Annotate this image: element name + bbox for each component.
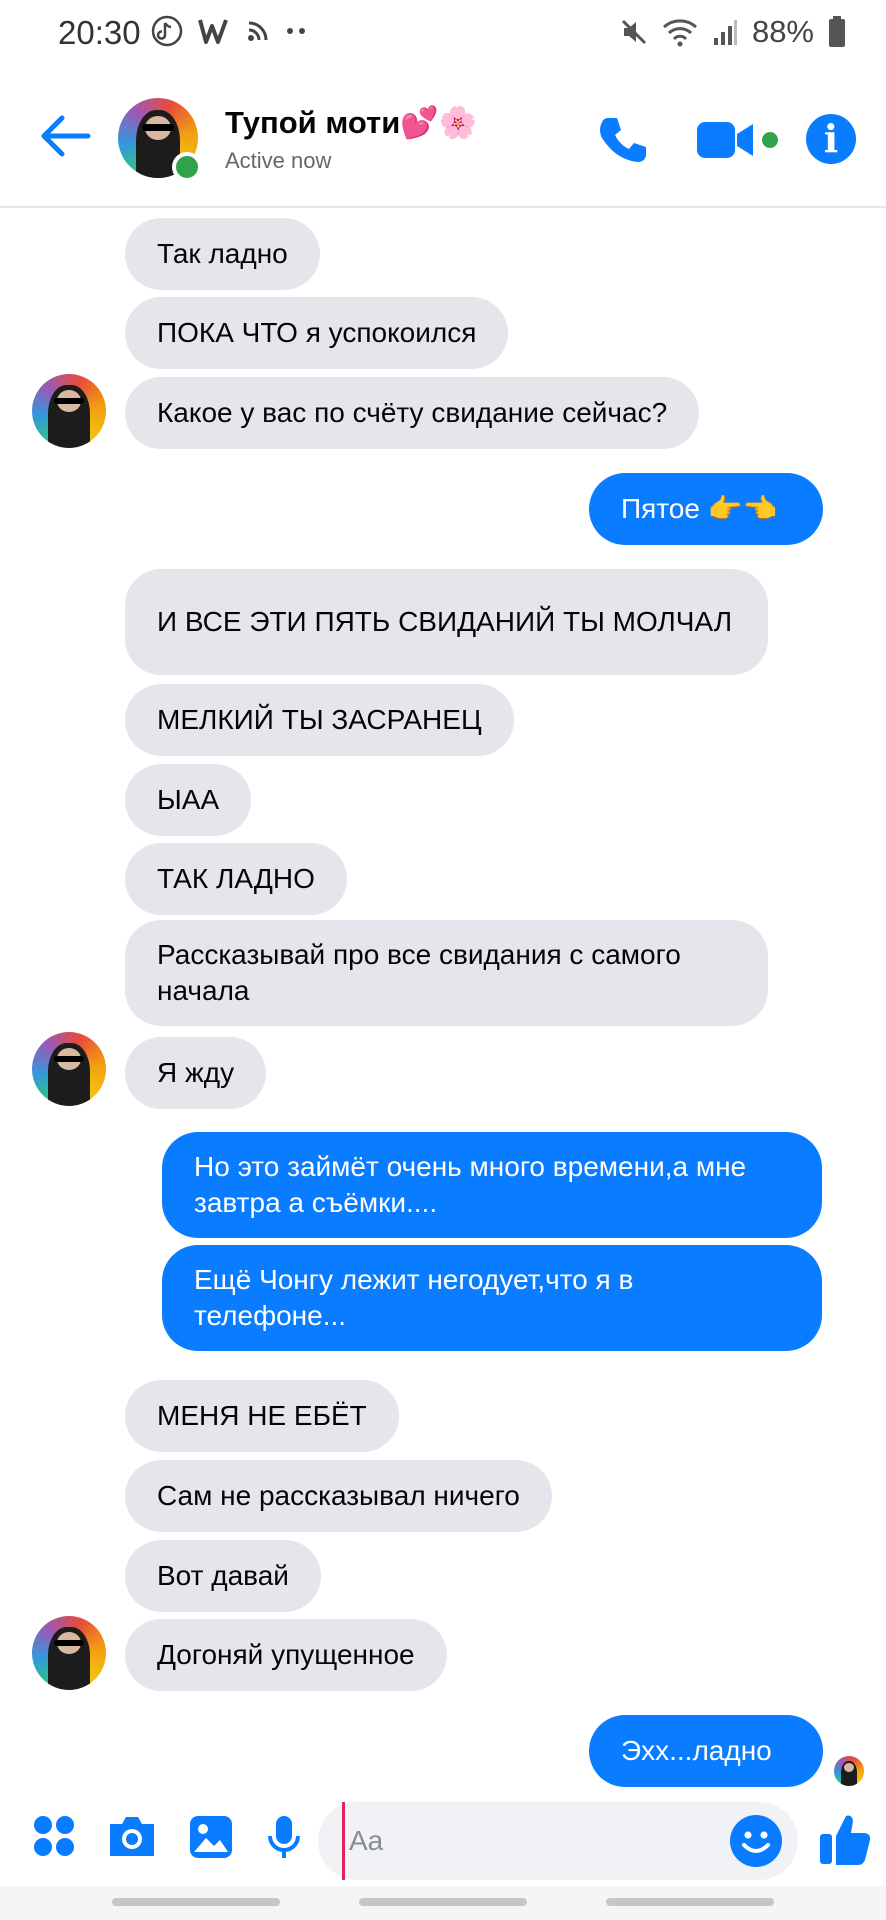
tiktok-icon bbox=[151, 15, 183, 47]
status-bar: 20:30 88% bbox=[0, 0, 886, 68]
chat-header: Тупой моти💕🌸 Active now i bbox=[0, 68, 886, 208]
wifi-icon bbox=[662, 19, 697, 47]
back-arrow-icon[interactable] bbox=[40, 114, 92, 158]
video-active-dot bbox=[762, 132, 778, 148]
notification-icons bbox=[150, 14, 308, 48]
battery-icon bbox=[829, 16, 845, 47]
read-receipt-avatar bbox=[834, 1756, 864, 1786]
message-text: МЕЛКИЙ ТЫ ЗАСРАНЕЦ bbox=[157, 704, 482, 735]
message-incoming[interactable]: Рассказывай про все свидания с самого на… bbox=[125, 920, 768, 1026]
like-icon[interactable] bbox=[818, 1810, 872, 1866]
camera-icon[interactable] bbox=[106, 1814, 158, 1860]
message-incoming[interactable]: Какое у вас по счёту свидание сейчас? bbox=[125, 377, 700, 449]
message-text: ПОКА ЧТО я успокоился bbox=[157, 317, 477, 348]
video-call-icon[interactable] bbox=[697, 120, 755, 160]
system-icons: 88% bbox=[620, 14, 846, 50]
sender-avatar[interactable] bbox=[32, 1032, 106, 1106]
message-outgoing[interactable]: Но это займёт очень много времени,а мне … bbox=[162, 1132, 822, 1238]
message-outgoing[interactable]: Пятое 👉👈 bbox=[589, 473, 823, 545]
w-icon bbox=[198, 19, 228, 44]
message-text: Вот давай bbox=[157, 1560, 289, 1591]
message-incoming[interactable]: МЕЛКИЙ ТЫ ЗАСРАНЕЦ bbox=[125, 684, 514, 756]
status-time: 20:30 bbox=[58, 14, 141, 51]
phone-icon[interactable] bbox=[594, 112, 650, 168]
message-text: Пятое 👉👈 bbox=[621, 493, 778, 524]
contact-name[interactable]: Тупой моти💕🌸 bbox=[225, 104, 477, 141]
apps-icon[interactable] bbox=[32, 1814, 76, 1858]
message-input-wrapper bbox=[318, 1802, 798, 1880]
nav-home[interactable] bbox=[359, 1898, 527, 1906]
message-incoming[interactable]: Так ладно bbox=[125, 218, 320, 290]
rss-icon bbox=[248, 21, 268, 41]
message-incoming[interactable]: Вот давай bbox=[125, 1540, 321, 1612]
emoji-icon[interactable] bbox=[730, 1815, 782, 1867]
battery-percent: 88% bbox=[751, 14, 814, 49]
message-text: ЫАА bbox=[157, 784, 220, 815]
message-text: МЕНЯ НЕ ЕБЁТ bbox=[157, 1400, 367, 1431]
message-incoming[interactable]: Догоняй упущенное bbox=[125, 1619, 447, 1691]
more-dots-icon bbox=[287, 28, 305, 34]
message-input[interactable] bbox=[342, 1802, 712, 1880]
sender-avatar[interactable] bbox=[32, 1616, 106, 1690]
message-incoming[interactable]: Сам не рассказывал ничего bbox=[125, 1460, 552, 1532]
mic-icon[interactable] bbox=[266, 1814, 302, 1862]
message-text: Ещё Чонгу лежит негодует,что я в телефон… bbox=[194, 1264, 634, 1331]
nav-recent[interactable] bbox=[112, 1898, 280, 1906]
message-text: Так ладно bbox=[157, 238, 288, 269]
message-text: Догоняй упущенное bbox=[157, 1639, 415, 1670]
composer-bar bbox=[0, 1800, 886, 1882]
message-text: Но это займёт очень много времени,а мне … bbox=[194, 1151, 747, 1218]
nav-back[interactable] bbox=[606, 1898, 774, 1906]
sender-avatar[interactable] bbox=[32, 374, 106, 448]
message-incoming[interactable]: ТАК ЛАДНО bbox=[125, 843, 347, 915]
message-text: Эхх...ладно bbox=[621, 1735, 772, 1766]
system-nav-bar bbox=[0, 1886, 886, 1920]
message-text: ТАК ЛАДНО bbox=[157, 863, 315, 894]
signal-icon bbox=[713, 20, 737, 45]
mute-icon bbox=[621, 19, 647, 45]
message-incoming[interactable]: ПОКА ЧТО я успокоился bbox=[125, 297, 509, 369]
message-text: И ВСЕ ЭТИ ПЯТЬ СВИДАНИЙ ТЫ МОЛЧАЛ bbox=[157, 606, 733, 637]
message-outgoing[interactable]: Эхх...ладно bbox=[589, 1715, 823, 1787]
message-text: Какое у вас по счёту свидание сейчас? bbox=[157, 397, 668, 428]
message-incoming[interactable]: ЫАА bbox=[125, 764, 252, 836]
online-indicator bbox=[172, 152, 202, 182]
info-icon[interactable]: i bbox=[806, 114, 856, 164]
message-incoming[interactable]: И ВСЕ ЭТИ ПЯТЬ СВИДАНИЙ ТЫ МОЛЧАЛ bbox=[125, 569, 768, 675]
gallery-icon[interactable] bbox=[188, 1814, 234, 1860]
message-text: Рассказывай про все свидания с самого на… bbox=[157, 939, 681, 1006]
message-incoming[interactable]: МЕНЯ НЕ ЕБЁТ bbox=[125, 1380, 399, 1452]
active-status: Active now bbox=[225, 148, 332, 173]
message-incoming[interactable]: Я жду bbox=[125, 1037, 267, 1109]
message-outgoing[interactable]: Ещё Чонгу лежит негодует,что я в телефон… bbox=[162, 1245, 822, 1351]
message-text: Сам не рассказывал ничего bbox=[157, 1480, 520, 1511]
message-text: Я жду bbox=[157, 1057, 235, 1088]
